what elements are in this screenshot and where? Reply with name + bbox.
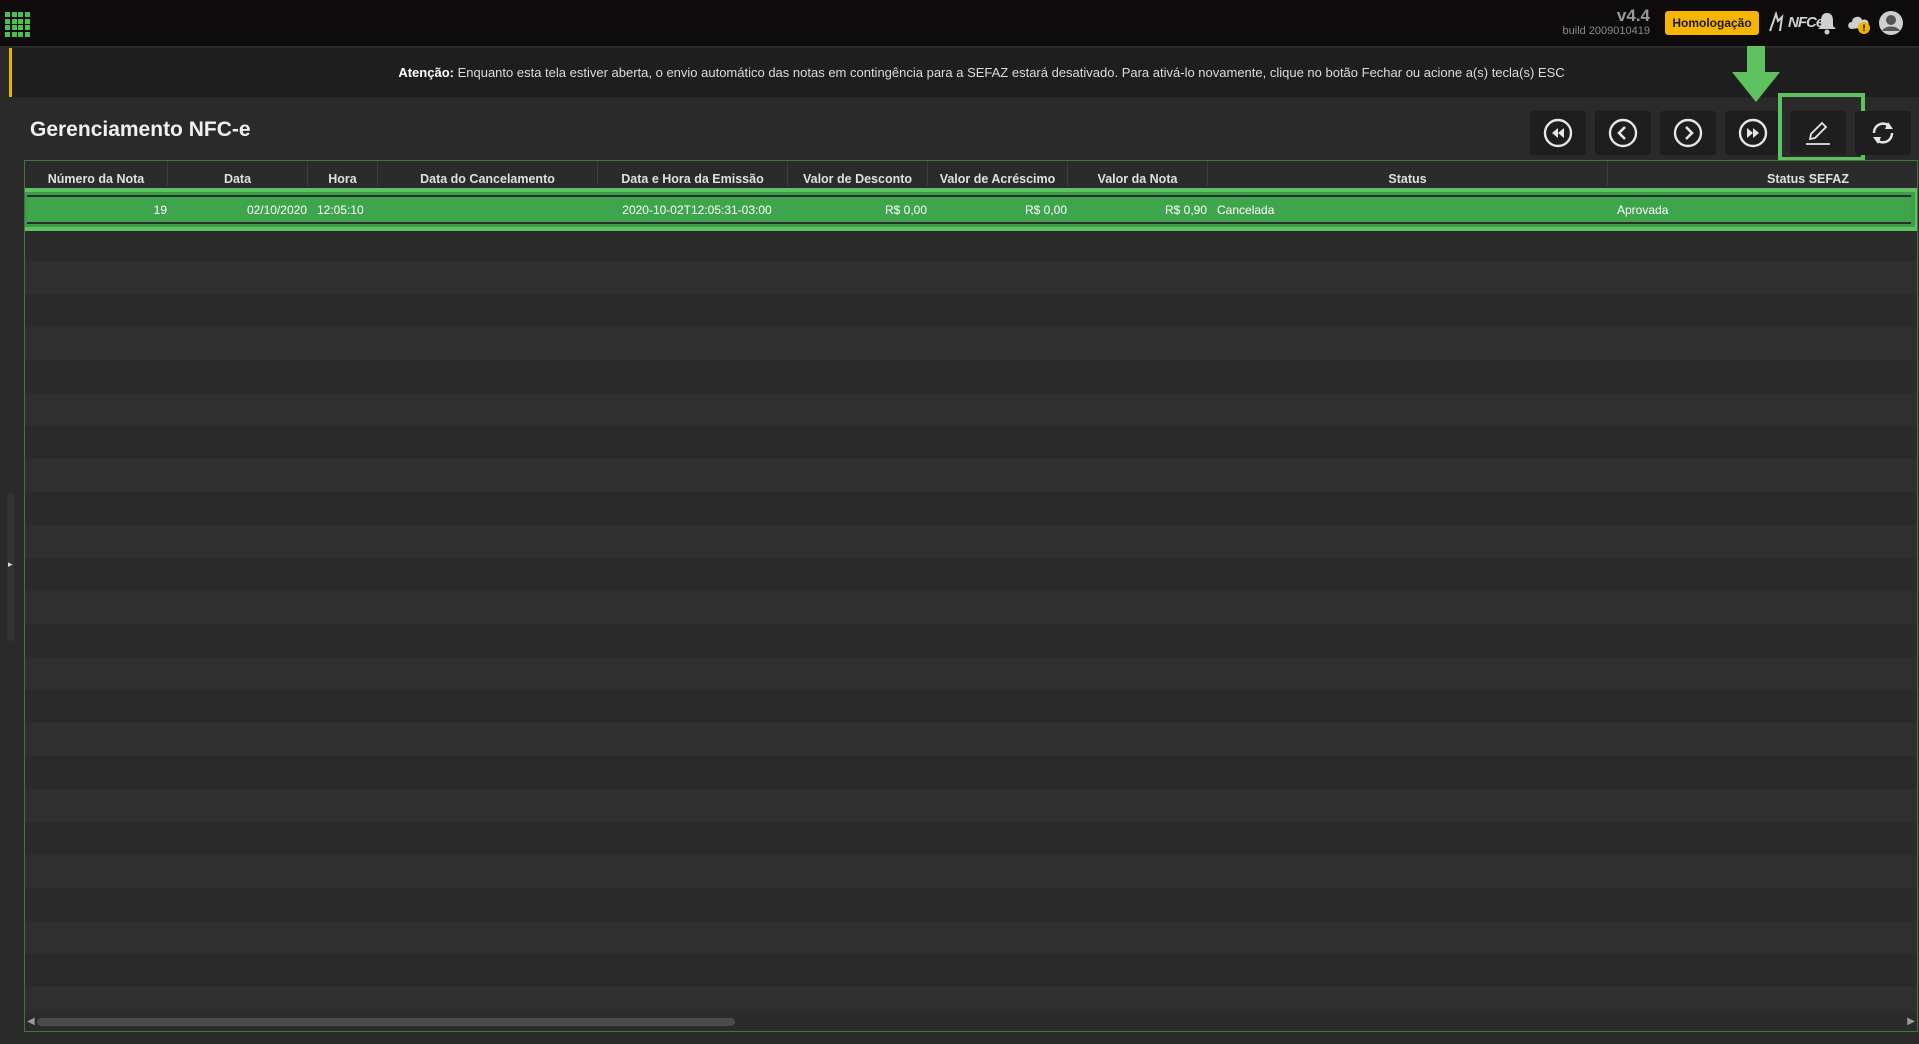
expand-arrow-icon: ▸	[8, 559, 13, 569]
scrollbar-thumb[interactable]	[37, 1018, 735, 1026]
version-number: v4.4	[1616, 6, 1650, 25]
col-valor-nota[interactable]: Valor da Nota	[1068, 161, 1208, 186]
col-valor-desconto[interactable]: Valor de Desconto	[788, 161, 928, 186]
last-page-button[interactable]	[1725, 111, 1781, 155]
previous-page-icon	[1608, 118, 1638, 148]
cell-valor: R$ 0,90	[1164, 203, 1207, 217]
down-arrow-indicator	[1732, 46, 1780, 102]
cell-hora: 12:05:10	[317, 203, 364, 217]
apps-grid-icon[interactable]	[5, 12, 30, 37]
refresh-button[interactable]	[1855, 111, 1911, 155]
top-bar: v4.4 build 2009010419 Homologação NFCe	[0, 0, 1919, 46]
col-data-cancelamento[interactable]: Data do Cancelamento	[378, 161, 598, 186]
cell-emissao: 2020-10-02T12:05:31-03:00	[622, 203, 772, 217]
user-avatar-icon[interactable]	[1877, 9, 1905, 37]
edit-button-highlight	[1778, 93, 1865, 161]
cell-data-cancelamento	[382, 197, 602, 224]
col-numero-da-nota[interactable]: Número da Nota	[25, 161, 168, 186]
horizontal-scrollbar[interactable]: ◀ ▶	[25, 1013, 1917, 1031]
next-page-icon	[1673, 118, 1703, 148]
first-page-icon	[1543, 118, 1573, 148]
bottom-strip	[0, 1032, 1919, 1044]
table-row[interactable]: 19 02/10/2020 12:05:10 2020-10-02T12:05:…	[25, 188, 1917, 231]
next-page-button[interactable]	[1660, 111, 1716, 155]
cell-desconto: R$ 0,00	[884, 203, 927, 217]
contingency-alert: Atenção: Enquanto esta tela estiver aber…	[9, 48, 1919, 97]
table-body	[25, 195, 1917, 1011]
scroll-left-icon[interactable]: ◀	[27, 1016, 35, 1027]
previous-page-button[interactable]	[1595, 111, 1651, 155]
col-hora[interactable]: Hora	[308, 161, 378, 186]
first-page-button[interactable]	[1530, 111, 1586, 155]
page-title: Gerenciamento NFC-e	[30, 118, 251, 141]
cloud-warning-icon[interactable]	[1844, 9, 1872, 37]
col-data-hora-emissao[interactable]: Data e Hora da Emissão	[598, 161, 788, 186]
cell-numero: 19	[153, 203, 167, 217]
build-number: build 2009010419	[1562, 25, 1650, 37]
bell-icon[interactable]	[1813, 9, 1841, 37]
scroll-right-icon[interactable]: ▶	[1907, 1016, 1915, 1027]
cell-status: Cancelada	[1217, 203, 1275, 217]
cell-status-sefaz: Aprovada	[1617, 203, 1669, 217]
side-panel-toggle[interactable]: ▸	[7, 493, 14, 641]
cell-acrescimo: R$ 0,00	[1024, 203, 1067, 217]
col-status-sefaz[interactable]: Status SEFAZ	[1608, 161, 1917, 186]
col-data[interactable]: Data	[168, 161, 308, 186]
refresh-icon	[1872, 122, 1894, 144]
alert-message: Enquanto esta tela estiver aberta, o env…	[453, 65, 1565, 80]
last-page-icon	[1738, 118, 1768, 148]
nfce-table: Número da Nota Data Hora Data do Cancela…	[24, 160, 1918, 1032]
col-valor-acrescimo[interactable]: Valor de Acréscimo	[928, 161, 1068, 186]
alert-prefix: Atenção:	[398, 65, 454, 80]
table-header: Número da Nota Data Hora Data do Cancela…	[25, 161, 1917, 186]
environment-badge: Homologação	[1665, 11, 1759, 35]
version-info: v4.4 build 2009010419	[1545, 6, 1650, 38]
cell-data: 02/10/2020	[246, 203, 307, 217]
col-status[interactable]: Status	[1208, 161, 1608, 186]
